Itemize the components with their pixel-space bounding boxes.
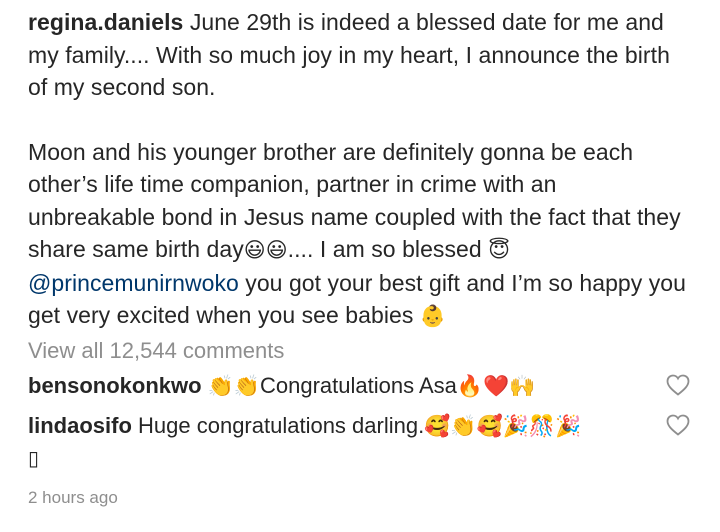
comment-continuation-glyph: ▯ bbox=[28, 446, 40, 470]
comment-username[interactable]: lindaosifo bbox=[28, 413, 132, 438]
caption-paragraph-1: regina.daniels June 29th is indeed a ble… bbox=[28, 6, 688, 104]
comment-username[interactable]: bensonokonkwo bbox=[28, 373, 202, 398]
comment-emoji: 🔥❤️🙌 bbox=[456, 374, 536, 398]
view-all-comments-link[interactable]: View all 12,544 comments bbox=[28, 336, 284, 366]
heart-outline-icon[interactable] bbox=[666, 374, 690, 396]
clapping-emoji: 👏👏 bbox=[207, 374, 260, 398]
baby-emoji: 👶 bbox=[419, 304, 447, 328]
grinning-face-emoji: 😃😃 bbox=[243, 238, 288, 262]
caption-text-2b: .... I am so blessed bbox=[287, 236, 489, 262]
comment-text: Huge congratulations darling. bbox=[138, 413, 425, 438]
caption-paragraph-2: Moon and his younger brother are definit… bbox=[28, 136, 688, 333]
comment-item: bensonokonkwo 👏👏Congratulations Asa🔥❤️🙌 bbox=[28, 371, 648, 401]
halo-face-emoji: 😇 bbox=[488, 238, 511, 262]
post-author-username[interactable]: regina.daniels bbox=[28, 9, 183, 35]
mention-link[interactable]: @princemunirnwoko bbox=[28, 270, 239, 296]
comment-emoji: 🥰👏🥰🎉🎊🎉 bbox=[424, 414, 582, 438]
post-timestamp: 2 hours ago bbox=[28, 488, 118, 507]
heart-outline-icon[interactable] bbox=[666, 414, 690, 436]
comment-text: Congratulations Asa bbox=[259, 373, 457, 398]
post-caption: regina.daniels June 29th is indeed a ble… bbox=[28, 6, 688, 333]
comment-item: lindaosifo Huge congratulations darling.… bbox=[28, 411, 648, 441]
